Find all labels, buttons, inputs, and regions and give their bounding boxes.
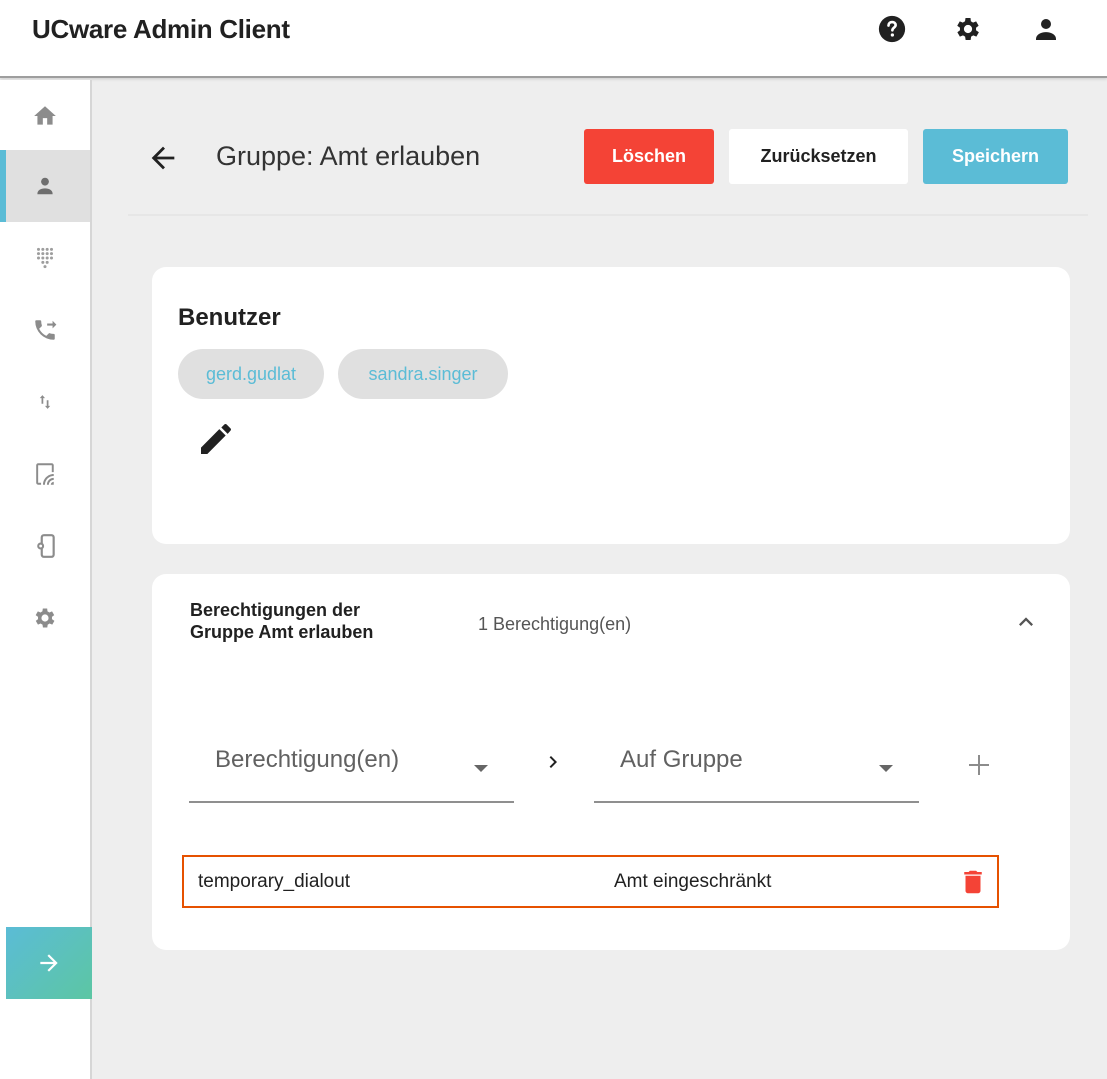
user-chip[interactable]: sandra.singer — [338, 349, 508, 399]
top-app-bar: UCware Admin Client — [0, 0, 1107, 78]
users-card-title: Benutzer — [178, 304, 281, 331]
home-icon — [34, 106, 56, 125]
permission-name: temporary_dialout — [198, 871, 351, 892]
save-button[interactable]: Speichern — [923, 129, 1068, 184]
users-card: Benutzer gerd.gudlat sandra.singer — [152, 267, 1070, 544]
back-button[interactable] — [146, 141, 180, 175]
sidebar-item-call-forwarding[interactable] — [0, 294, 90, 366]
permissions-count: 1 Berechtigung(en) — [478, 614, 632, 634]
pencil-icon — [201, 424, 231, 454]
permission-group: Amt eingeschränkt — [614, 871, 772, 892]
phonelink-setup-icon — [37, 534, 55, 558]
dialpad-icon — [36, 247, 54, 269]
user-icon — [37, 177, 53, 195]
dropdown-arrow-icon — [879, 765, 893, 772]
sidebar-item-cast[interactable] — [0, 438, 90, 510]
chevron-right-icon — [541, 750, 565, 774]
sidebar-expand-button[interactable] — [6, 927, 92, 999]
plus-icon — [969, 755, 989, 775]
phone-forward-icon — [35, 320, 57, 340]
collapse-button[interactable] — [1012, 608, 1040, 636]
swap-vertical-icon — [39, 395, 51, 409]
edit-users-button[interactable] — [196, 419, 236, 459]
chevron-up-icon — [1019, 617, 1033, 626]
cast-icon — [36, 463, 54, 485]
account-icon[interactable] — [1031, 14, 1061, 44]
add-permission-button[interactable] — [964, 750, 994, 780]
sidebar-item-device-setup[interactable] — [0, 510, 90, 582]
arrow-left-icon — [151, 146, 175, 170]
permission-row: temporary_dialout Amt eingeschränkt — [182, 855, 999, 908]
header-divider — [128, 214, 1088, 216]
permission-select[interactable]: Berechtigung(en) — [189, 739, 514, 803]
reset-button[interactable]: Zurücksetzen — [729, 129, 908, 184]
sidebar-item-dialpad[interactable] — [0, 222, 90, 294]
gear-icon — [35, 608, 55, 628]
sidebar-item-home[interactable] — [0, 80, 90, 152]
permissions-card: Berechtigungen der Gruppe Amt erlauben 1… — [152, 574, 1070, 950]
help-icon[interactable] — [877, 14, 907, 44]
delete-button[interactable]: Löschen — [584, 129, 714, 184]
trash-icon — [964, 870, 982, 894]
sidebar-item-users[interactable] — [0, 150, 90, 222]
user-chip[interactable]: gerd.gudlat — [178, 349, 324, 399]
sidebar-item-transfer[interactable] — [0, 366, 90, 438]
permissions-card-title: Berechtigungen der Gruppe Amt erlauben — [190, 600, 374, 642]
permission-select-placeholder: Berechtigung(en) — [215, 746, 400, 773]
group-select-placeholder: Auf Gruppe — [620, 746, 743, 773]
delete-permission-button[interactable] — [958, 867, 988, 897]
app-title: UCware Admin Client — [32, 14, 290, 44]
settings-icon[interactable] — [953, 14, 983, 44]
sidebar-item-settings[interactable] — [0, 582, 90, 654]
group-select[interactable]: Auf Gruppe — [594, 739, 919, 803]
dropdown-arrow-icon — [474, 765, 488, 772]
arrow-right-icon — [40, 954, 58, 972]
page-title: Gruppe: Amt erlauben — [216, 141, 481, 171]
